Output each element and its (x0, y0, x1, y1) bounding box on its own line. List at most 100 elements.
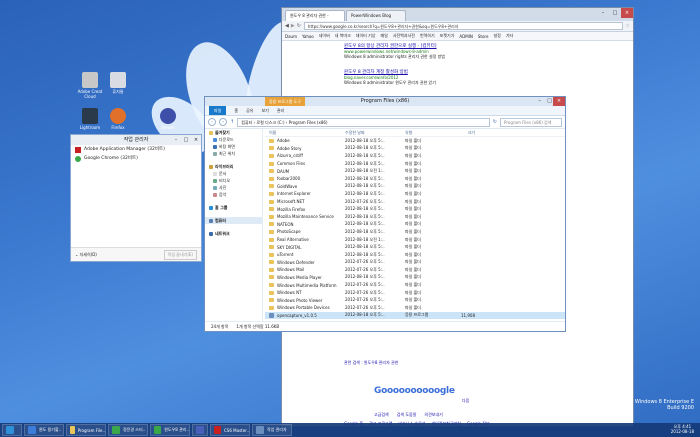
file-row[interactable]: Common Files 2012-08-18 오후 5:.. 파일 폴더 (265, 160, 565, 168)
taskbar-button[interactable]: 정윤경 스티.. (108, 424, 148, 436)
file-row[interactable]: Windows Portable Devices 2012-07-26 오후 5:… (265, 304, 565, 312)
sidebar-item-documents[interactable]: 문서 (205, 170, 262, 177)
desktop-icon-app[interactable]: Lightroom (76, 108, 104, 130)
sidebar-item-recent[interactable]: 최근 위치 (205, 150, 262, 157)
taskbar-button[interactable]: 윈도 용기할.. (24, 424, 64, 436)
sidebar-favorites[interactable]: 즐겨찾기 (205, 129, 262, 136)
file-row[interactable]: Windows Media Player 2012-08-18 오후 5:.. 파일… (265, 274, 565, 282)
chrome-tab-active[interactable]: 윈도우 8 관리자 권한 - (285, 10, 345, 21)
bookmark[interactable]: 포켓기가 (440, 33, 455, 39)
file-row[interactable]: Adobe 2012-08-18 오후 5:.. 파일 폴더 (265, 137, 565, 145)
file-row[interactable]: SKY DIGITAL 2012-08-18 오후 5:.. 파일 폴더 (265, 243, 565, 251)
file-row[interactable]: DAUM 2012-08-18 오전 1:.. 파일 폴더 (265, 167, 565, 175)
explorer-title-bar[interactable]: 응용 프로그램 도구 Program Files (x86) – □ × (205, 97, 565, 106)
desktop-icon-firefox[interactable]: Firefox (104, 108, 132, 130)
ribbon-tab-home[interactable]: 홈 (234, 106, 238, 115)
related-searches[interactable]: 관련 검색 : 윈도우8 관리자 권한 (344, 360, 398, 366)
file-row[interactable]: Microsoft.NET 2012-07-26 오후 5:.. 파일 폴더 (265, 198, 565, 206)
file-row[interactable]: Windows Defender 2012-07-26 오후 5:.. 파일 폴더 (265, 259, 565, 267)
bookmark[interactable]: Store (478, 34, 489, 39)
taskbar-button[interactable]: Program File.. (66, 424, 106, 436)
minimize-button[interactable]: – (171, 135, 181, 145)
maximize-button[interactable]: □ (181, 135, 191, 145)
minimize-button[interactable]: – (597, 8, 609, 18)
footer-link[interactable]: 고급검색 (374, 412, 389, 418)
bookmark[interactable]: Daum (285, 34, 297, 39)
taskbar-button[interactable]: 작업 관리자 (252, 424, 292, 436)
address-bar[interactable]: 컴퓨터 › 로컬 디스크 (C:) › Program Files (x86) (237, 117, 490, 127)
file-row[interactable]: NATEON 2012-08-18 오후 5:.. 파일 폴더 (265, 221, 565, 229)
column-size[interactable]: 크기 (445, 130, 475, 136)
bookmark[interactable]: 번역하기 (420, 33, 435, 39)
ribbon-tab-file[interactable]: 파일 (209, 106, 227, 115)
star-icon[interactable]: ☆ (626, 23, 630, 29)
forward-icon[interactable]: ▶ (291, 23, 295, 29)
file-row[interactable]: foobar2000 2012-08-18 오후 5:.. 파일 폴더 (265, 175, 565, 183)
file-row[interactable]: Mozilla Maintenance Service 2012-08-18 오후… (265, 213, 565, 221)
back-icon[interactable]: ‹ (208, 118, 216, 126)
bookmark[interactable]: 내 북마크 (335, 33, 351, 39)
bookmark[interactable]: 사전백과사전 (393, 33, 415, 39)
task-manager-app-row[interactable]: Google Chrome (32비트) (71, 154, 201, 163)
column-name[interactable]: 이름 (265, 130, 345, 136)
file-row[interactable]: Windows NT 2012-07-26 오후 5:.. 파일 폴더 (265, 289, 565, 297)
task-manager-app-row[interactable]: Adobe Application Manager (32비트) (71, 145, 201, 154)
system-clock[interactable]: 오후 4:41 2012-08-18 (671, 424, 694, 434)
taskbar-button[interactable] (192, 424, 208, 436)
footer-link[interactable]: 검색 도움말 (397, 412, 417, 418)
close-button[interactable]: × (621, 8, 633, 18)
ribbon-tab-view[interactable]: 보기 (261, 106, 268, 115)
refresh-icon[interactable]: ↻ (493, 119, 497, 125)
sidebar-item-desktop[interactable]: 바탕 화면 (205, 143, 262, 150)
bookmark[interactable]: Yahoo (302, 34, 314, 39)
bookmark[interactable]: 설정 (493, 33, 500, 39)
back-icon[interactable]: ◀ (285, 23, 289, 29)
close-button[interactable]: × (191, 135, 201, 145)
bookmark[interactable]: 데이터 기상 (356, 33, 376, 39)
file-row[interactable]: opencapture_v1.0.5 2012-08-18 오후 5:.. 응용 프… (265, 311, 565, 320)
file-row[interactable]: PhotoScape 2012-08-18 오후 5:.. 파일 폴더 (265, 228, 565, 236)
up-icon[interactable]: ↑ (230, 119, 234, 125)
sidebar-item-pictures[interactable]: 사진 (205, 184, 262, 191)
maximize-button[interactable]: □ (547, 97, 552, 106)
desktop-icon-cloud[interactable]: Adobe Creat Cloud (76, 72, 104, 99)
sidebar-item-music[interactable]: 음악 (205, 191, 262, 198)
close-button[interactable]: × (553, 97, 565, 106)
sidebar-item-downloads[interactable]: 다운로드 (205, 136, 262, 143)
file-row[interactable]: Internet Explorer 2012-08-18 오후 5:.. 파일 폴더 (265, 190, 565, 198)
explorer-window[interactable]: 응용 프로그램 도구 Program Files (x86) – □ × 파일 … (204, 96, 566, 332)
desktop-icon-recycle-bin[interactable]: 휴지통 (104, 72, 132, 94)
taskbar-button[interactable] (2, 424, 22, 436)
details-toggle[interactable]: ⌄ 자세히(D) (75, 252, 97, 258)
ribbon-tab-manage[interactable]: 관리 (277, 106, 284, 115)
sidebar-item-videos[interactable]: 비디오 (205, 177, 262, 184)
bookmark[interactable]: 기타 (506, 33, 513, 39)
task-manager-window[interactable]: 작업 관리자 – □ × Adobe Application Manager (… (70, 134, 202, 262)
pager-next[interactable]: 다음 (462, 398, 469, 404)
sidebar-homegroup[interactable]: 홈 그룹 (205, 204, 262, 211)
maximize-button[interactable]: □ (609, 8, 621, 18)
ribbon-tab-share[interactable]: 공유 (246, 106, 253, 115)
file-row[interactable]: Windows Multimedia Platform 2012-07-26 오후… (265, 281, 565, 289)
column-type[interactable]: 유형 (405, 130, 445, 136)
sidebar-network[interactable]: 네트워크 (205, 230, 262, 237)
file-row[interactable]: GoldWave 2012-08-18 오후 5:.. 파일 폴더 (265, 183, 565, 191)
chrome-tab[interactable]: PowerWindows Blog (346, 10, 406, 21)
footer-link[interactable]: 의견보내기 (424, 412, 442, 418)
end-task-button[interactable]: 작업 끝내기(E) (163, 249, 197, 260)
file-row[interactable]: Real Alternative 2012-08-18 오전 1:.. 파일 폴더 (265, 236, 565, 244)
file-row[interactable]: Adobe Story 2012-08-18 오후 5:.. 파일 폴더 (265, 145, 565, 153)
forward-icon[interactable]: › (219, 118, 227, 126)
taskbar-button[interactable]: CS6 Master.. (210, 424, 250, 436)
minimize-button[interactable]: – (539, 97, 542, 106)
desktop-icon-viewer[interactable]: Viewer (154, 108, 182, 130)
file-row[interactable]: Mozilla Firefox 2012-08-18 오후 5:.. 파일 폴더 (265, 205, 565, 213)
file-row[interactable]: Windows Mail 2012-07-26 오후 5:.. 파일 폴더 (265, 266, 565, 274)
file-row[interactable]: Alzurra_cstiff 2012-08-18 오후 5:.. 파일 폴더 (265, 152, 565, 160)
reload-icon[interactable]: ↻ (297, 23, 301, 29)
column-date[interactable]: 수정한 날짜 (345, 130, 405, 136)
sidebar-libraries[interactable]: 라이브러리 (205, 163, 262, 170)
bookmark[interactable]: 네이버 (319, 33, 330, 39)
search-input[interactable]: Program Files (x86) 검색 (500, 117, 562, 127)
bookmark[interactable]: ADMIN (459, 34, 472, 39)
